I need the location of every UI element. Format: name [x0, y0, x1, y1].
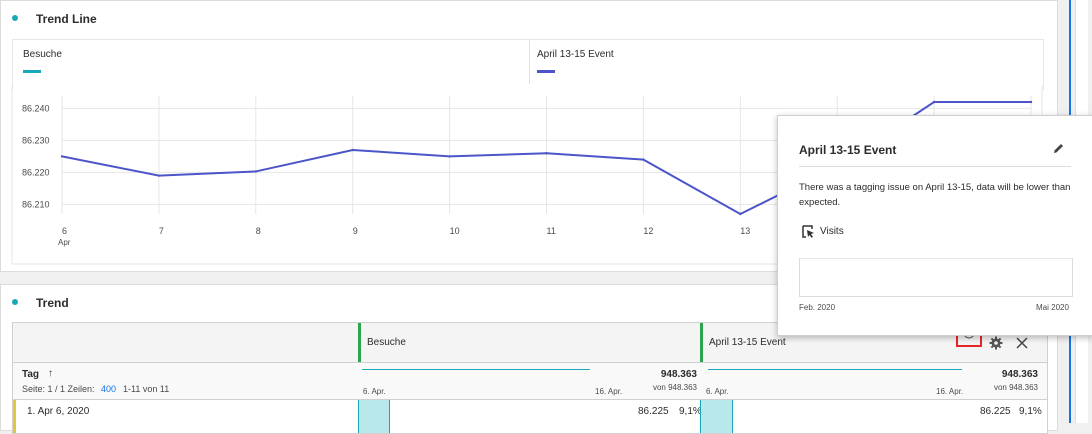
- panel-status-dot: [12, 15, 18, 21]
- data-point: [351, 148, 354, 152]
- data-point: [60, 155, 64, 158]
- data-point: [739, 212, 742, 216]
- cell-value: 86.225: [638, 406, 669, 417]
- data-point: [254, 170, 257, 173]
- mini-chart-top: [800, 258, 1072, 259]
- y-tick-label: 86.210: [22, 199, 50, 209]
- mini-chart: [799, 258, 1073, 297]
- x-tick-label: 13: [740, 226, 750, 236]
- data-point: [932, 100, 936, 104]
- x-tick-sublabel: Apr: [58, 238, 71, 247]
- gear-icon[interactable]: [989, 336, 1003, 350]
- trend-title: Trend: [36, 296, 69, 310]
- column-of-total: von 948.363: [993, 383, 1038, 392]
- column-header-label: April 13-15 Event: [709, 337, 786, 348]
- legend-label: April 13-15 Event: [537, 49, 614, 60]
- data-point: [545, 152, 548, 155]
- cell-bar: [358, 400, 390, 433]
- cell-percent: 9,1%: [1019, 406, 1042, 417]
- cell-bar: [700, 400, 733, 433]
- column-total: 948.363: [660, 369, 697, 380]
- date-end: Mai 2020: [1036, 303, 1069, 312]
- y-tick-label: 86.230: [22, 135, 50, 145]
- close-icon[interactable]: [1015, 336, 1029, 350]
- column-of-total: von 948.363: [652, 383, 697, 392]
- pager-text: Seite: 1 / 1 Zeilen:: [22, 384, 95, 394]
- data-point: [448, 155, 451, 158]
- popover-divider: [799, 166, 1071, 167]
- x-tick-label: 6: [62, 226, 67, 236]
- metric-icon: [801, 224, 815, 238]
- panel-status-dot: [12, 299, 18, 305]
- x-tick-label: 9: [353, 226, 358, 236]
- axis-end: 16. Apr.: [595, 387, 623, 396]
- rows-per-page[interactable]: 400: [101, 384, 116, 394]
- legend: Besuche April 13-15 Event: [12, 39, 1044, 90]
- axis-start: 6. Apr.: [706, 387, 729, 396]
- axis-end: 16. Apr.: [936, 387, 964, 396]
- column-total: 948.363: [1001, 369, 1038, 380]
- legend-label: Besuche: [23, 49, 62, 60]
- metric-label: Visits: [820, 226, 844, 237]
- dimension-label[interactable]: Tag: [22, 369, 39, 380]
- sparkline: [708, 369, 962, 370]
- popover-description: There was a tagging issue on April 13-15…: [799, 182, 1071, 208]
- data-point: [1029, 100, 1033, 104]
- popover-title: April 13-15 Event: [799, 143, 897, 157]
- data-point: [642, 158, 645, 161]
- row-selected-marker: [13, 400, 16, 433]
- column-summary-event: 6. Apr. 16. Apr. 948.363 von 948.363: [700, 363, 1046, 399]
- pencil-icon[interactable]: [1050, 140, 1066, 156]
- column-header-label: Besuche: [367, 337, 406, 348]
- cell-value: 86.225: [980, 406, 1011, 417]
- x-tick-label: 12: [643, 226, 653, 236]
- column-drag-handle[interactable]: [700, 323, 703, 362]
- y-tick-label: 86.240: [22, 103, 50, 113]
- x-tick-label: 11: [547, 226, 556, 236]
- date-start: Feb. 2020: [799, 303, 836, 312]
- column-header-besuche[interactable]: Besuche: [358, 323, 701, 362]
- column-summary-besuche: 6. Apr. 16. Apr. 948.363 von 948.363: [358, 363, 701, 399]
- legend-swatch: [23, 70, 41, 73]
- x-tick-label: 8: [256, 226, 261, 236]
- table-summary-row: Tag ↑ Seite: 1 / 1 Zeilen: 400 1-11 von …: [13, 363, 1047, 400]
- cell-percent: 9,1%: [679, 406, 702, 417]
- annotation-popover: April 13-15 Event There was a tagging is…: [777, 115, 1092, 336]
- trend-line-title: Trend Line: [36, 12, 97, 26]
- row-label[interactable]: 1. Apr 6, 2020: [27, 406, 89, 417]
- x-tick-label: 10: [450, 226, 460, 236]
- legend-item-besuche[interactable]: Besuche: [13, 40, 529, 90]
- row-range: 1-11 von 11: [123, 384, 170, 394]
- y-tick-label: 86.220: [22, 167, 50, 177]
- data-point: [157, 174, 161, 177]
- sparkline: [362, 369, 590, 370]
- sort-arrow-icon[interactable]: ↑: [48, 368, 53, 379]
- x-tick-label: 7: [159, 226, 164, 236]
- column-drag-handle[interactable]: [358, 323, 361, 362]
- legend-item-event[interactable]: April 13-15 Event: [530, 40, 930, 90]
- axis-start: 6. Apr.: [363, 387, 386, 396]
- table-row[interactable]: 1. Apr 6, 2020 86.225 9,1% 86.225 9,1%: [13, 400, 1047, 433]
- freeform-table: Besuche April 13-15 Event Tag ↑ Seite: 1: [12, 321, 1048, 434]
- legend-swatch: [537, 70, 555, 73]
